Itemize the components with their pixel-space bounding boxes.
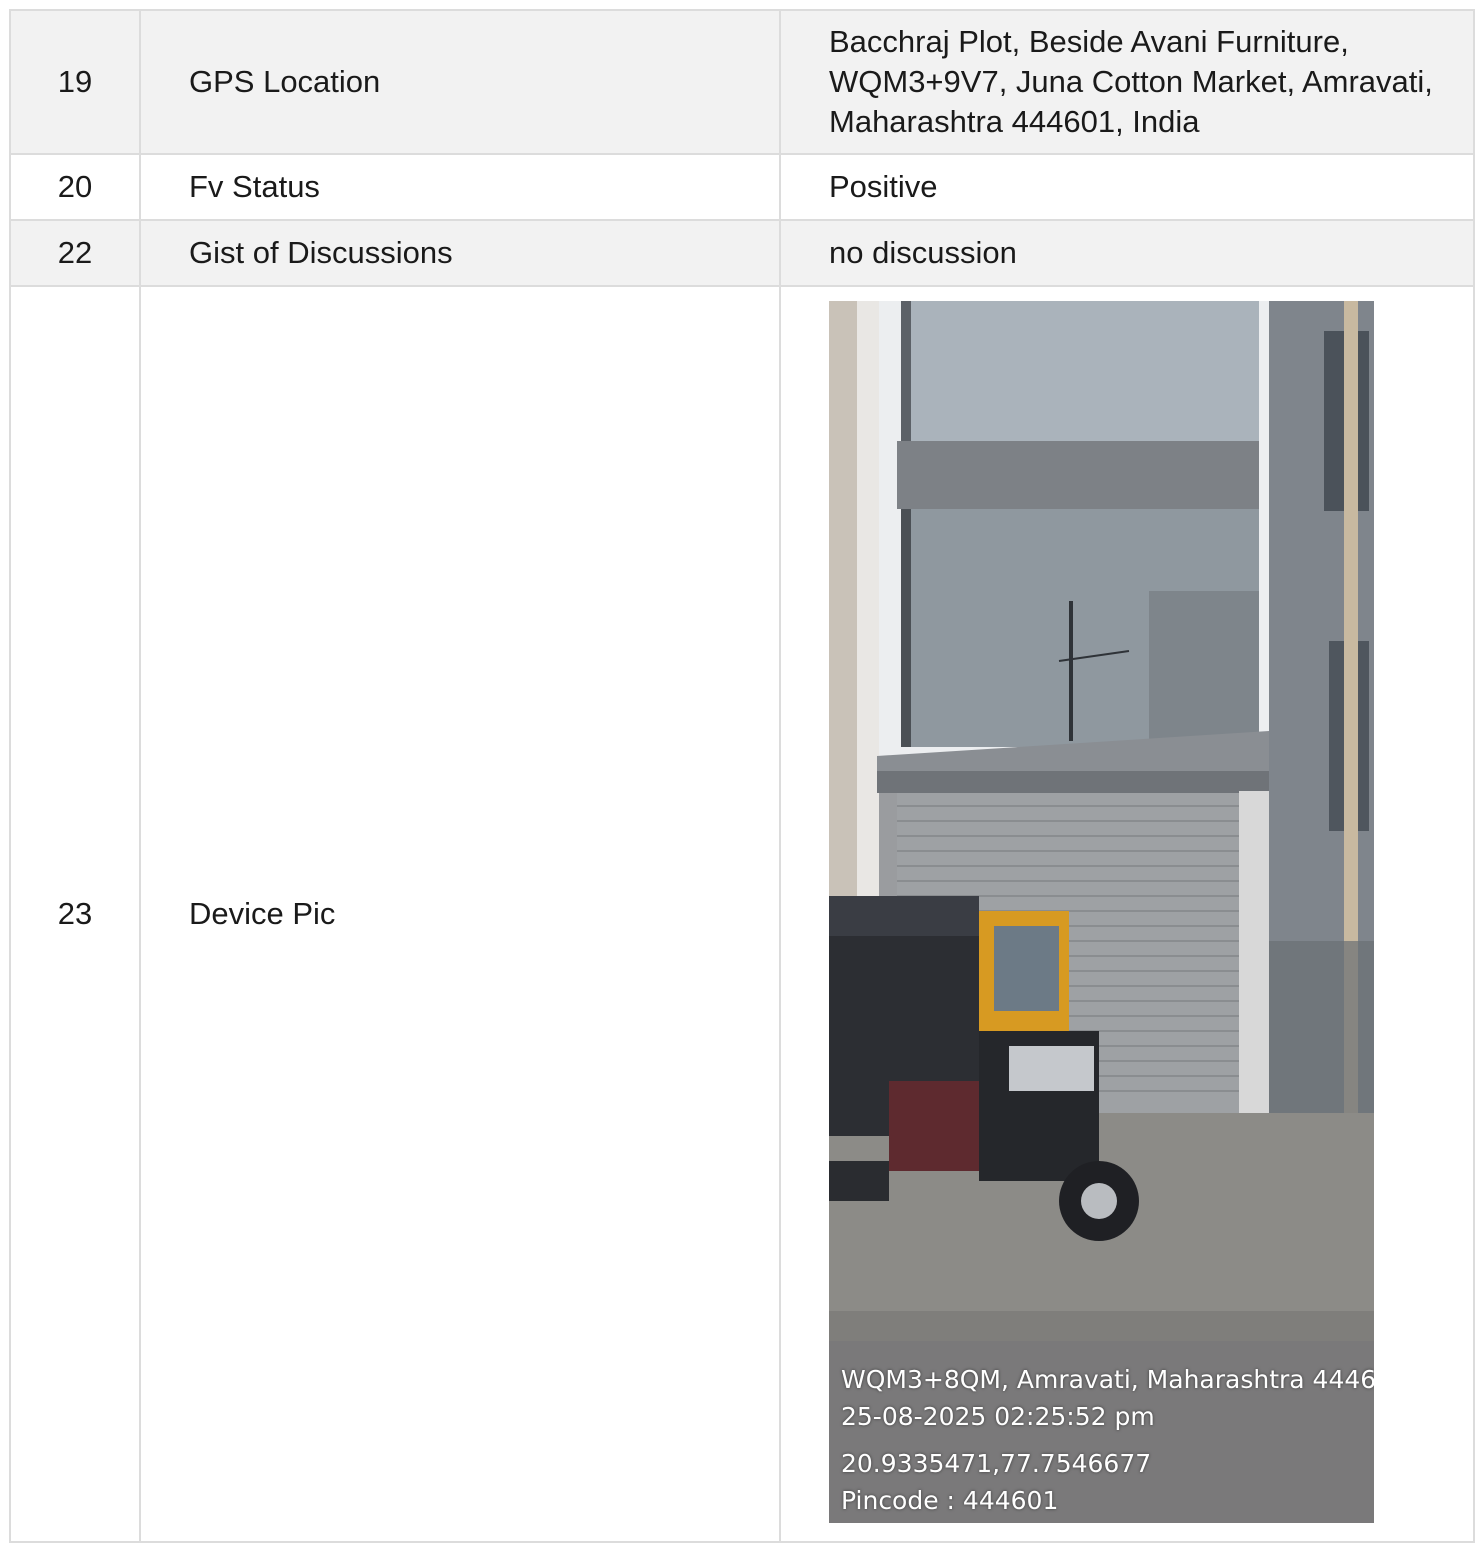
row-number: 22 (9, 219, 141, 287)
row-label: Device Pic (139, 285, 781, 1543)
stamp-pincode: Pincode : 444601 (841, 1486, 1059, 1515)
row-value: no discussion (779, 219, 1475, 287)
table-row: 20 Fv Status Positive (9, 153, 1475, 221)
table-row: 22 Gist of Discussions no discussion (9, 219, 1475, 287)
stamp-address: WQM3+8QM, Amravati, Maharashtra 444601, … (841, 1365, 1374, 1394)
device-photo: WQM3+8QM, Amravati, Maharashtra 444601, … (829, 301, 1374, 1523)
table-row: 19 GPS Location Bacchraj Plot, Beside Av… (9, 9, 1475, 155)
details-table: 19 GPS Location Bacchraj Plot, Beside Av… (9, 9, 1475, 1543)
row-number: 20 (9, 153, 141, 221)
photo-geotag-stamp: WQM3+8QM, Amravati, Maharashtra 444601, … (841, 1361, 1374, 1519)
row-label: Gist of Discussions (139, 219, 781, 287)
row-label: GPS Location (139, 9, 781, 155)
table-row: 23 Device Pic WQM3+8QM, Amravati, Mahara… (9, 285, 1475, 1543)
row-value: WQM3+8QM, Amravati, Maharashtra 444601, … (779, 285, 1475, 1543)
row-number: 19 (9, 9, 141, 155)
row-number: 23 (9, 285, 141, 1543)
stamp-coordinates: 20.9335471,77.7546677 (841, 1449, 1152, 1478)
row-value: Positive (779, 153, 1475, 221)
shop-front-photo (829, 301, 1374, 1523)
stamp-datetime: 25-08-2025 02:25:52 pm (841, 1402, 1155, 1431)
row-label: Fv Status (139, 153, 781, 221)
row-value: Bacchraj Plot, Beside Avani Furniture, W… (779, 9, 1475, 155)
